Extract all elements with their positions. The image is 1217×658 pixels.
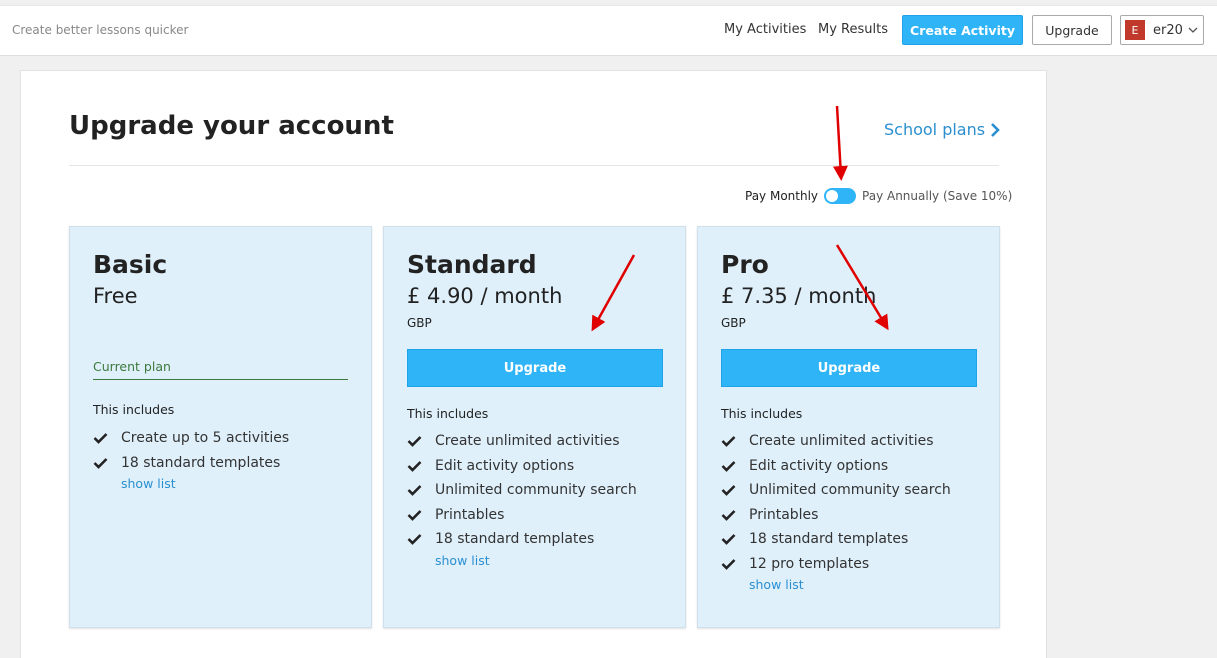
list-item: Edit activity options [407,454,637,479]
plan-price: £ 7.35 / month [721,284,877,308]
username: er20 [1153,23,1183,38]
plan-currency: GBP [721,316,746,330]
plan-name: Standard [407,250,537,279]
list-item: 18 standard templates [721,527,951,552]
includes-label: This includes [407,406,489,421]
upgrade-panel: Upgrade your account School plans Pay Mo… [20,70,1047,658]
plan-price: Free [93,284,138,308]
upgrade-standard-button[interactable]: Upgrade [407,349,663,387]
upgrade-button[interactable]: Upgrade [1032,15,1112,45]
billing-toggle[interactable] [824,188,857,204]
billing-toggle-row: Pay Monthly Pay Annually (Save 10%) [745,186,1012,206]
check-icon [721,533,749,546]
plan-price: £ 4.90 / month [407,284,563,308]
feature-list: Create unlimited activities Edit activit… [407,429,637,568]
list-item: Unlimited community search [721,478,951,503]
show-list-link[interactable]: show list [407,553,637,568]
check-icon [721,509,749,521]
school-plans-label: School plans [884,120,986,139]
top-bar: Create better lessons quicker My Activit… [0,5,1217,56]
nav-my-activities[interactable]: My Activities [724,22,806,37]
plan-card-pro: Pro £ 7.35 / month GBP Upgrade This incl… [697,226,1000,628]
check-icon [407,435,435,448]
feature-list: Create up to 5 activities 18 standard te… [93,426,289,491]
check-icon [93,432,121,445]
plan-currency: GBP [407,316,432,330]
tagline: Create better lessons quicker [12,23,189,37]
plan-card-standard: Standard £ 4.90 / month GBP Upgrade This… [383,226,686,628]
school-plans-link[interactable]: School plans [884,120,1001,139]
feature-list: Create unlimited activities Edit activit… [721,429,951,592]
plan-name: Basic [93,250,168,279]
check-icon [721,484,749,497]
list-item: Create unlimited activities [407,429,637,454]
plan-name: Pro [721,250,769,279]
check-icon [721,460,749,472]
show-list-link[interactable]: show list [721,577,951,592]
list-item: Printables [721,503,951,528]
nav-my-results[interactable]: My Results [818,22,888,37]
check-icon [407,533,435,546]
pay-monthly-label: Pay Monthly [745,189,819,203]
includes-label: This includes [721,406,803,421]
pay-annually-label: Pay Annually (Save 10%) [862,189,1013,203]
list-item: 12 pro templates [721,552,951,577]
check-icon [721,558,749,570]
current-plan-label: Current plan [93,359,348,380]
list-item: Edit activity options [721,454,951,479]
check-icon [721,435,749,448]
plan-card-basic: Basic Free Current plan This includes Cr… [69,226,372,628]
check-icon [407,509,435,521]
create-activity-button[interactable]: Create Activity [902,15,1023,45]
avatar: E [1125,20,1145,40]
toggle-knob [826,190,839,202]
divider [69,165,999,166]
user-menu[interactable]: E er20 [1120,15,1204,45]
list-item: Create unlimited activities [721,429,951,454]
show-list-link[interactable]: show list [93,476,289,491]
list-item: Create up to 5 activities [93,426,289,451]
check-icon [93,457,121,469]
upgrade-pro-button[interactable]: Upgrade [721,349,977,387]
list-item: Printables [407,503,637,528]
chevron-down-icon [1188,22,1198,42]
chevron-right-icon [991,122,1000,137]
list-item: 18 standard templates [93,451,289,476]
list-item: 18 standard templates [407,527,637,552]
check-icon [407,460,435,472]
page-title: Upgrade your account [69,111,394,141]
includes-label: This includes [93,402,175,417]
check-icon [407,484,435,497]
list-item: Unlimited community search [407,478,637,503]
